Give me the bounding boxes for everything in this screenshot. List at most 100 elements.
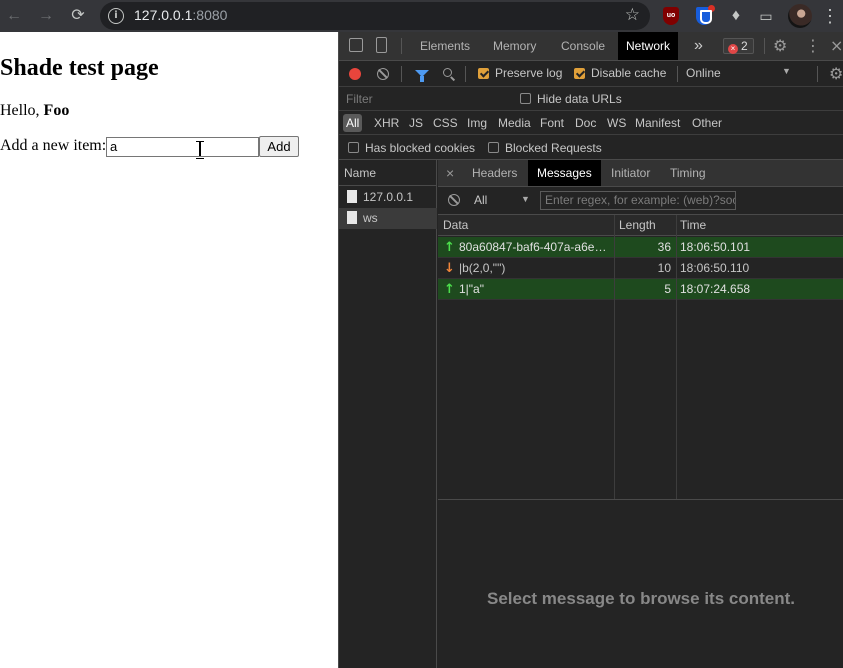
cast-icon[interactable]: ▭ bbox=[754, 4, 778, 28]
more-tabs-icon[interactable]: » bbox=[694, 32, 703, 60]
address-bar[interactable]: i 127.0.0.1:8080 ☆ bbox=[100, 2, 650, 30]
type-filter-css[interactable]: CSS bbox=[433, 116, 458, 130]
filter-row: Filter Hide data URLs bbox=[339, 87, 843, 111]
preview-placeholder: Select message to browse its content. bbox=[487, 589, 795, 608]
column-time[interactable]: Time bbox=[680, 215, 706, 236]
type-filter-xhr[interactable]: XHR bbox=[374, 116, 399, 130]
type-filter-js[interactable]: JS bbox=[409, 116, 423, 130]
blocked-filters: Has blocked cookies Blocked Requests bbox=[339, 135, 843, 160]
message-time: 18:06:50.101 bbox=[680, 240, 751, 254]
message-data: 80a60847-baf6-407a-a6e… bbox=[459, 240, 607, 254]
type-filter-font[interactable]: Font bbox=[540, 116, 564, 130]
tab-messages[interactable]: Messages bbox=[528, 160, 601, 186]
divider bbox=[677, 66, 678, 82]
column-divider[interactable] bbox=[676, 215, 677, 499]
clear-messages-icon[interactable] bbox=[448, 194, 460, 206]
detail-tabbar: × Headers Messages Initiator Timing bbox=[438, 160, 843, 187]
message-data: |b(2,0,"") bbox=[459, 261, 506, 275]
type-filter-img[interactable]: Img bbox=[467, 116, 487, 130]
back-icon[interactable]: ← bbox=[2, 4, 26, 28]
name-column-header[interactable]: Name bbox=[339, 160, 437, 186]
filter-input[interactable]: Filter bbox=[339, 89, 507, 108]
add-button[interactable]: Add bbox=[259, 136, 299, 157]
settings-gear-icon[interactable]: ⚙ bbox=[773, 36, 787, 55]
new-item-input[interactable]: a bbox=[106, 137, 259, 157]
extensions-puzzle-icon[interactable]: ♦ bbox=[724, 4, 748, 28]
message-row[interactable]: ↓ |b(2,0,"") 10 18:06:50.110 bbox=[438, 258, 843, 279]
preserve-log-label: Preserve log bbox=[495, 66, 563, 80]
greeting-name: Foo bbox=[43, 102, 70, 119]
message-data: 1|"a" bbox=[459, 282, 484, 296]
divider bbox=[465, 66, 466, 82]
devtools-menu-icon[interactable]: ⋮ bbox=[805, 36, 821, 55]
address-url[interactable]: 127.0.0.1:8080 bbox=[134, 7, 227, 23]
message-row[interactable]: ↑ 80a60847-baf6-407a-a6e… 36 18:06:50.10… bbox=[438, 237, 843, 258]
tab-timing[interactable]: Timing bbox=[670, 160, 706, 186]
received-arrow-icon: ↓ bbox=[444, 261, 455, 276]
request-row[interactable]: 127.0.0.1 bbox=[339, 187, 437, 208]
tab-headers[interactable]: Headers bbox=[472, 160, 517, 186]
clear-icon[interactable] bbox=[377, 68, 389, 80]
requests-list: Name 127.0.0.1 ws bbox=[339, 160, 437, 668]
tab-console[interactable]: Console bbox=[561, 32, 605, 60]
record-icon[interactable] bbox=[349, 68, 361, 80]
bookmark-star-icon[interactable]: ☆ bbox=[625, 5, 640, 25]
divider bbox=[817, 66, 818, 82]
device-toolbar-icon[interactable] bbox=[376, 37, 387, 53]
network-settings-icon[interactable]: ⚙ bbox=[829, 64, 843, 83]
bitwarden-extension-icon[interactable] bbox=[696, 5, 715, 25]
divider bbox=[764, 38, 765, 54]
type-filter-ws[interactable]: WS bbox=[607, 116, 626, 130]
page-content: Shade test page Hello, Foo Add a new ite… bbox=[0, 32, 338, 668]
preserve-log-checkbox[interactable] bbox=[478, 68, 489, 79]
has-blocked-cookies-checkbox[interactable] bbox=[348, 142, 359, 153]
reload-icon[interactable]: ⟳ bbox=[66, 4, 90, 28]
tab-memory[interactable]: Memory bbox=[493, 32, 536, 60]
network-toolbar: Preserve log Disable cache Online ▼ ⚙ bbox=[339, 61, 843, 87]
profile-avatar[interactable] bbox=[788, 4, 812, 28]
message-time: 18:07:24.658 bbox=[680, 282, 751, 296]
message-type-dropdown-icon[interactable]: ▼ bbox=[521, 194, 530, 204]
greeting-prefix: Hello, bbox=[0, 102, 40, 119]
greeting: Hello, Foo bbox=[0, 102, 69, 120]
hide-data-urls-checkbox[interactable] bbox=[520, 93, 531, 104]
filter-funnel-icon[interactable] bbox=[415, 70, 429, 82]
throttling-dropdown-icon[interactable]: ▼ bbox=[782, 66, 791, 76]
document-icon bbox=[347, 211, 357, 224]
column-data[interactable]: Data bbox=[443, 215, 468, 236]
ublock-extension-icon[interactable]: uo bbox=[663, 7, 679, 25]
request-row-selected[interactable]: ws bbox=[339, 208, 437, 229]
site-info-icon[interactable]: i bbox=[108, 8, 124, 24]
error-counter[interactable]: × 2 bbox=[723, 38, 754, 54]
type-filter-other[interactable]: Other bbox=[692, 116, 722, 130]
tab-network[interactable]: Network bbox=[618, 32, 679, 60]
inspect-element-icon[interactable] bbox=[349, 38, 363, 52]
close-devtools-icon[interactable]: × bbox=[830, 36, 843, 55]
browser-menu-icon[interactable]: ⋮ bbox=[818, 4, 842, 28]
type-filter-all[interactable]: All bbox=[343, 114, 363, 132]
tab-initiator[interactable]: Initiator bbox=[611, 160, 650, 186]
hide-data-urls-label: Hide data URLs bbox=[537, 92, 622, 106]
message-preview-pane: Select message to browse its content. bbox=[438, 499, 843, 668]
url-host: 127.0.0.1 bbox=[134, 7, 193, 23]
disable-cache-checkbox[interactable] bbox=[574, 68, 585, 79]
tab-elements[interactable]: Elements bbox=[420, 32, 470, 60]
type-filter-manifest[interactable]: Manifest bbox=[635, 116, 680, 130]
devtools-tabbar: Elements Memory Console Network » × 2 ⚙ ⋮… bbox=[339, 32, 843, 61]
message-length: 36 bbox=[657, 240, 671, 254]
divider bbox=[401, 66, 402, 82]
close-detail-icon[interactable]: × bbox=[446, 160, 454, 186]
column-length[interactable]: Length bbox=[619, 215, 656, 236]
forward-icon[interactable]: → bbox=[34, 4, 58, 28]
throttling-select[interactable]: Online bbox=[686, 66, 721, 80]
column-divider[interactable] bbox=[614, 215, 615, 499]
message-type-select[interactable]: All bbox=[474, 193, 487, 207]
message-row[interactable]: ↑ 1|"a" 5 18:07:24.658 bbox=[438, 279, 843, 300]
regex-filter-input[interactable]: Enter regex, for example: (web)?socket bbox=[540, 191, 736, 210]
search-icon[interactable] bbox=[443, 68, 452, 77]
type-filter-doc[interactable]: Doc bbox=[575, 116, 596, 130]
divider bbox=[401, 38, 402, 54]
page-heading: Shade test page bbox=[0, 55, 159, 81]
blocked-requests-checkbox[interactable] bbox=[488, 142, 499, 153]
type-filter-media[interactable]: Media bbox=[498, 116, 531, 130]
